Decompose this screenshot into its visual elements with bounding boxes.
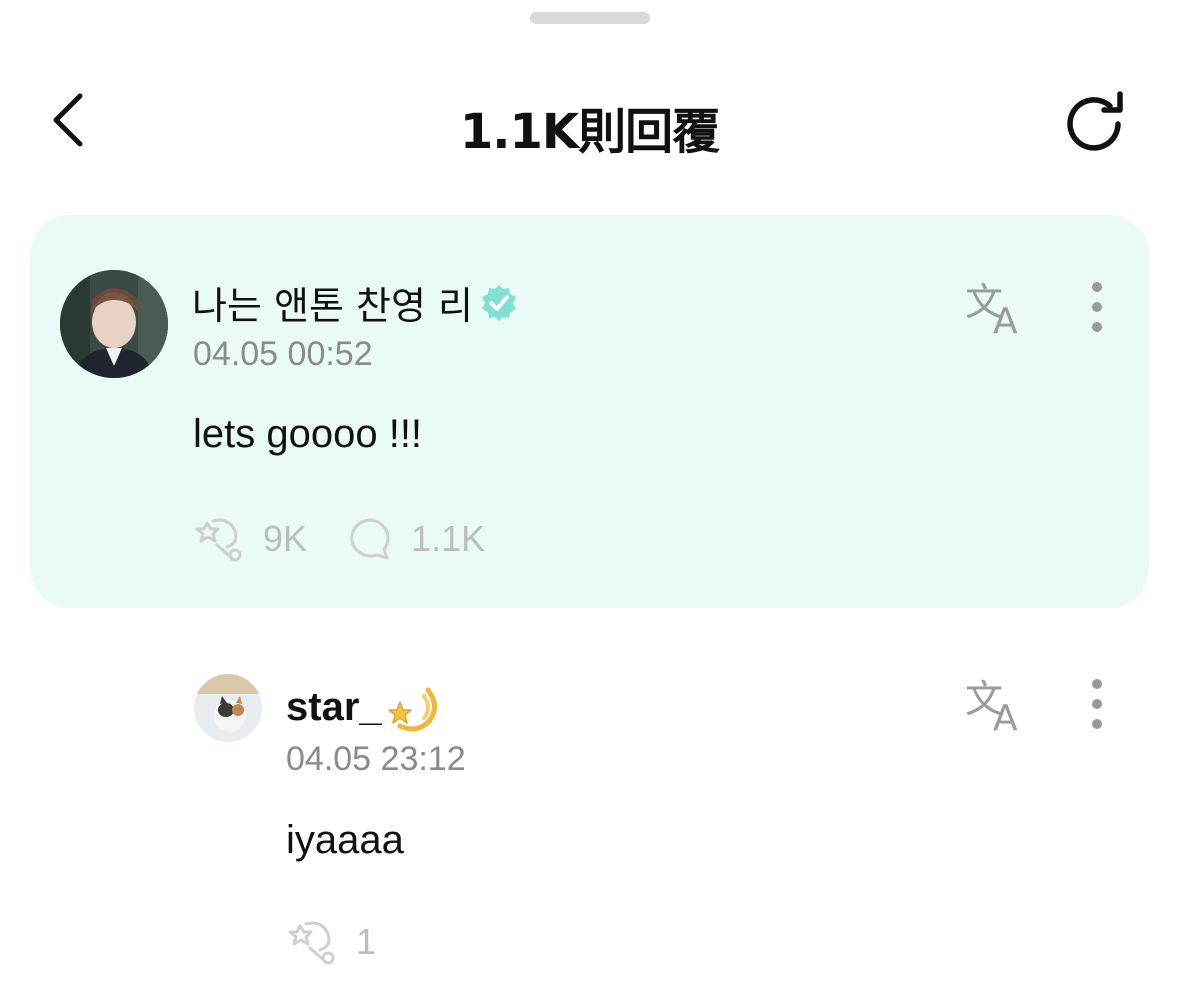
post-stats: 9K 1.1K (193, 515, 525, 563)
comment-bubble-icon (350, 518, 390, 560)
reply-count-button[interactable]: 1.1K (347, 516, 485, 562)
post-author-label: 나는 앤톤 찬영 리 (192, 284, 473, 328)
replies-sheet: 1.1K則回覆 나는 앤톤 찬영 리 04.05 00:52 lets gooo… (0, 0, 1179, 994)
star-wand-icon (288, 921, 335, 965)
reply-author-label: star_ (286, 684, 382, 729)
reply-like-button[interactable]: 1 (286, 918, 376, 966)
more-vertical-icon (1092, 282, 1102, 332)
post-text: lets goooo !!! (193, 412, 423, 456)
header: 1.1K則回覆 (0, 60, 1179, 180)
avatar-image (60, 270, 168, 378)
reply-avatar[interactable] (194, 674, 262, 742)
translate-button[interactable]: 文 A (965, 277, 1031, 342)
page-title: 1.1K則回覆 (459, 104, 720, 160)
post-author[interactable]: 나는 앤톤 찬영 리 (192, 275, 519, 330)
post-card: 나는 앤톤 찬영 리 04.05 00:52 lets goooo !!! 文 … (30, 215, 1149, 608)
translate-icon: 文 A (965, 677, 1018, 739)
reply-text: iyaaaa (286, 818, 404, 862)
star-wand-icon (195, 518, 242, 562)
reply-count: 1.1K (411, 518, 486, 559)
reply-author[interactable]: star_ (286, 680, 440, 734)
reply-like-count: 1 (356, 921, 377, 962)
svg-text:A: A (993, 698, 1018, 734)
svg-text:A: A (993, 301, 1018, 337)
like-count: 9K (263, 518, 308, 559)
reply-stats: 1 (286, 918, 416, 966)
dizzy-star-icon (387, 687, 437, 732)
more-vertical-icon (1092, 679, 1102, 729)
verified-badge-icon (481, 284, 516, 321)
like-button[interactable]: 9K (193, 515, 307, 563)
sheet-grabber[interactable] (530, 12, 650, 24)
reply-translate-button[interactable]: 文 A (965, 674, 1031, 739)
translate-icon: 文 A (965, 280, 1018, 342)
more-options-button[interactable] (1082, 277, 1112, 337)
refresh-button[interactable] (1060, 88, 1132, 160)
avatar[interactable] (60, 270, 168, 378)
reply-more-options-button[interactable] (1082, 674, 1112, 734)
reply-timestamp: 04.05 23:12 (286, 740, 466, 778)
refresh-icon (1067, 91, 1123, 151)
post-timestamp: 04.05 00:52 (193, 335, 373, 373)
reply-avatar-image (194, 674, 262, 742)
